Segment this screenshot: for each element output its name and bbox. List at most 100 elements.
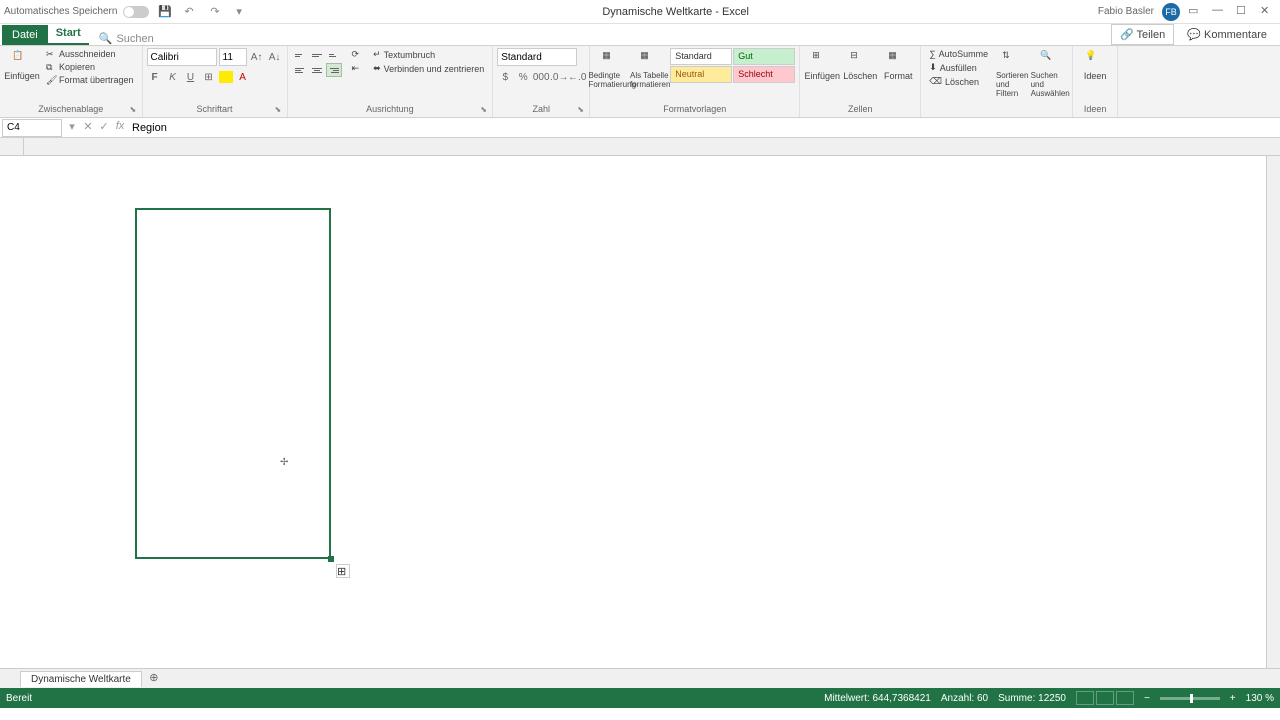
merge-label: Verbinden und zentrieren: [384, 64, 485, 74]
style-standard[interactable]: Standard: [670, 48, 732, 65]
ribbon-mode-icon[interactable]: ▭: [1188, 4, 1204, 20]
view-normal-button[interactable]: [1076, 691, 1094, 705]
autosave-label: Automatisches Speichern: [4, 6, 117, 17]
style-schlecht[interactable]: Schlecht: [733, 66, 795, 83]
name-box-dropdown[interactable]: ▾: [64, 120, 80, 136]
align-top[interactable]: [292, 48, 308, 62]
formula-input[interactable]: [128, 119, 1280, 137]
tell-me-search[interactable]: 🔍 Suchen: [99, 32, 154, 45]
user-avatar[interactable]: FB: [1162, 3, 1180, 21]
currency-button[interactable]: $: [497, 69, 513, 85]
maximize-icon[interactable]: ☐: [1236, 4, 1252, 20]
tab-file[interactable]: Datei: [2, 25, 48, 45]
paste-label: Einfügen: [4, 71, 40, 81]
font-size-input[interactable]: [219, 48, 247, 66]
group-label-cells: Zellen: [804, 103, 916, 115]
group-clipboard: 📋Einfügen ✂Ausschneiden ⧉Kopieren 🖌Forma…: [0, 46, 143, 117]
format-as-table-button[interactable]: ▦Als Tabelle formatieren: [632, 48, 668, 91]
qat-dropdown-icon[interactable]: ▾: [236, 5, 250, 19]
zoom-out-button[interactable]: −: [1144, 693, 1150, 704]
delete-cells-button[interactable]: ⊟Löschen: [842, 48, 878, 83]
save-icon[interactable]: 💾: [158, 5, 172, 19]
format-cells-button[interactable]: ▦Format: [880, 48, 916, 83]
accept-formula-icon[interactable]: ✓: [96, 120, 112, 136]
undo-icon[interactable]: ↶: [184, 5, 198, 19]
add-sheet-button[interactable]: ⊕: [146, 671, 162, 687]
name-box[interactable]: [2, 119, 62, 137]
autosave-toggle[interactable]: [123, 6, 149, 18]
font-dialog-launcher[interactable]: ⬊: [275, 105, 285, 115]
border-button[interactable]: ⊞: [201, 69, 217, 85]
font-name-input[interactable]: [147, 48, 217, 66]
spreadsheet-grid[interactable]: ✢ ⊞: [0, 138, 1280, 668]
ideas-icon: 💡: [1085, 50, 1105, 70]
copy-button[interactable]: ⧉Kopieren: [42, 61, 138, 73]
underline-button[interactable]: U: [183, 69, 199, 85]
insert-cells-label: Einfügen: [804, 71, 840, 81]
cut-button[interactable]: ✂Ausschneiden: [42, 48, 138, 60]
vertical-scrollbar[interactable]: [1266, 156, 1280, 668]
comma-button[interactable]: 000: [533, 69, 549, 85]
redo-icon[interactable]: ↷: [210, 5, 224, 19]
wrap-text-button[interactable]: ↵Textumbruch: [369, 48, 488, 61]
select-all-corner[interactable]: [0, 138, 24, 155]
zoom-slider[interactable]: [1160, 697, 1220, 700]
align-bottom[interactable]: [326, 48, 342, 62]
view-break-button[interactable]: [1116, 691, 1134, 705]
increase-decimal[interactable]: .0→: [551, 69, 567, 85]
sort-filter-button[interactable]: ⇅Sortieren und Filtern: [994, 48, 1030, 100]
decrease-font-icon[interactable]: A↓: [267, 49, 283, 65]
zoom-level[interactable]: 130 %: [1246, 693, 1274, 704]
insert-cells-button[interactable]: ⊞Einfügen: [804, 48, 840, 83]
italic-button[interactable]: K: [165, 69, 181, 85]
bold-button[interactable]: F: [147, 69, 163, 85]
merge-center-button[interactable]: ⬌Verbinden und zentrieren: [369, 62, 488, 75]
close-icon[interactable]: ✕: [1260, 4, 1276, 20]
sheet-tab-active[interactable]: Dynamische Weltkarte: [20, 671, 142, 687]
group-label-number: Zahl: [497, 103, 585, 115]
conditional-formatting-button[interactable]: ▦Bedingte Formatierung: [594, 48, 630, 91]
ideas-button[interactable]: 💡Ideen: [1077, 48, 1113, 83]
table-label: Als Tabelle formatieren: [630, 71, 670, 89]
align-right[interactable]: [326, 63, 342, 77]
autosum-button[interactable]: ∑ AutoSumme: [925, 48, 992, 60]
ideas-label: Ideen: [1084, 71, 1107, 81]
clipboard-dialog-launcher[interactable]: ⬊: [130, 105, 140, 115]
fill-button[interactable]: ⬇ Ausfüllen: [925, 61, 992, 74]
cursor-indicator: ✢: [280, 457, 288, 468]
fx-icon[interactable]: fx: [112, 120, 128, 136]
align-left[interactable]: [292, 63, 308, 77]
find-select-button[interactable]: 🔍Suchen und Auswählen: [1032, 48, 1068, 100]
paste-button[interactable]: 📋Einfügen: [4, 48, 40, 83]
tab-start[interactable]: Start: [48, 23, 89, 45]
share-button[interactable]: 🔗 Teilen: [1111, 24, 1174, 45]
delete-cells-label: Löschen: [843, 71, 877, 81]
style-neutral[interactable]: Neutral: [670, 66, 732, 83]
group-editing: ∑ AutoSumme ⬇ Ausfüllen ⌫ Löschen ⇅Sorti…: [921, 46, 1073, 117]
clear-button[interactable]: ⌫ Löschen: [925, 75, 992, 88]
cancel-formula-icon[interactable]: ✕: [80, 120, 96, 136]
orientation-button[interactable]: ⟳: [348, 48, 364, 61]
increase-font-icon[interactable]: A↑: [249, 49, 265, 65]
number-format-select[interactable]: [497, 48, 577, 66]
fill-handle[interactable]: [328, 556, 334, 562]
number-dialog-launcher[interactable]: ⬊: [577, 105, 587, 115]
titlebar: Automatisches Speichern 💾 ↶ ↷ ▾ Dynamisc…: [0, 0, 1280, 24]
zoom-in-button[interactable]: +: [1230, 693, 1236, 704]
comments-button[interactable]: 💬 Kommentare: [1178, 24, 1276, 45]
quick-analysis-button[interactable]: ⊞: [336, 564, 350, 578]
view-layout-button[interactable]: [1096, 691, 1114, 705]
minimize-icon[interactable]: —: [1212, 4, 1228, 20]
align-middle[interactable]: [309, 48, 325, 62]
align-center[interactable]: [309, 63, 325, 77]
alignment-dialog-launcher[interactable]: ⬊: [480, 105, 490, 115]
format-painter-button[interactable]: 🖌Format übertragen: [42, 74, 138, 86]
indent-decrease[interactable]: ⇤: [348, 62, 364, 75]
fill-color-button[interactable]: [219, 71, 233, 83]
search-icon: 🔍: [99, 32, 113, 45]
style-gut[interactable]: Gut: [733, 48, 795, 65]
percent-button[interactable]: %: [515, 69, 531, 85]
font-color-button[interactable]: A: [235, 69, 251, 85]
sort-icon: ⇅: [1002, 50, 1022, 70]
decrease-decimal[interactable]: ←.0: [569, 69, 585, 85]
